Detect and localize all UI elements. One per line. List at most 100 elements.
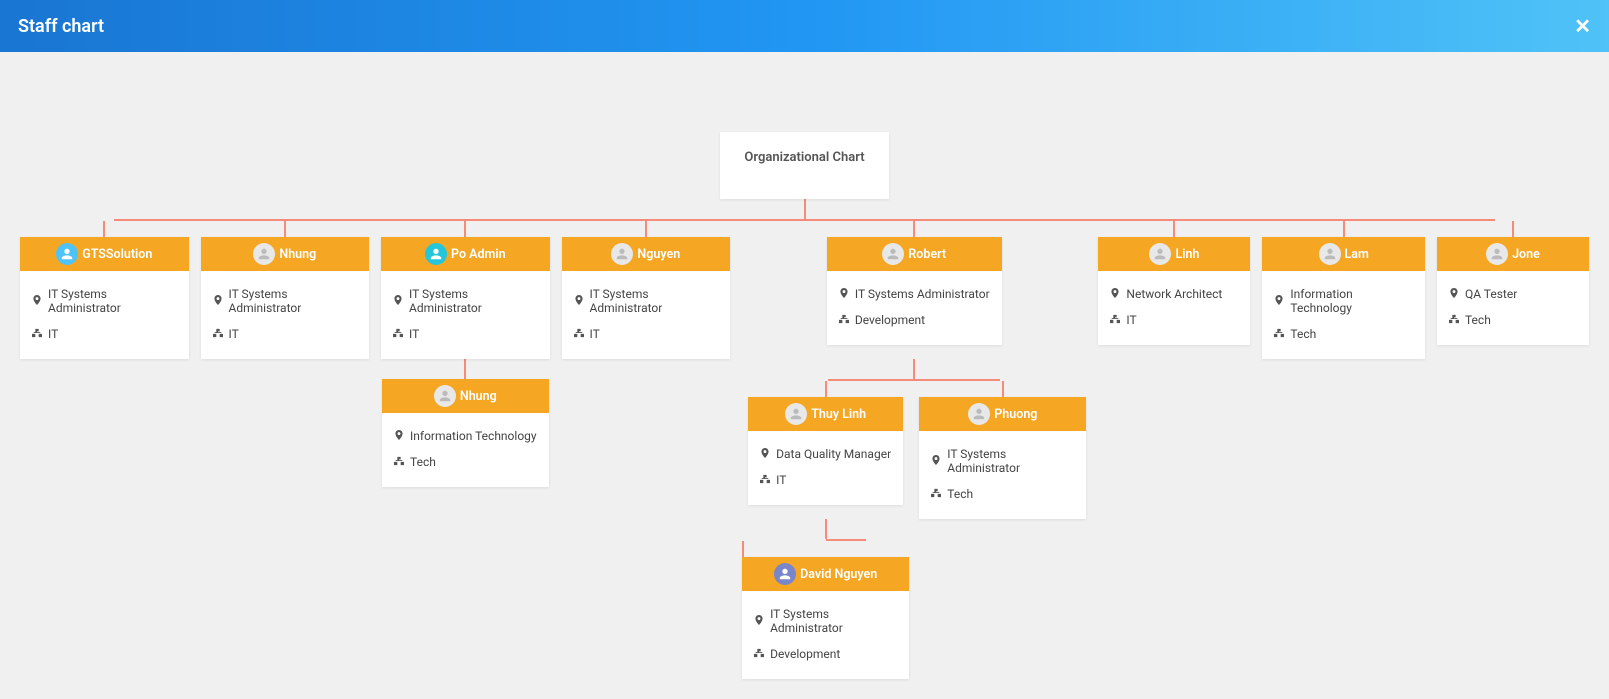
node-dept: IT (776, 473, 786, 487)
root-title: Organizational Chart (744, 150, 864, 165)
node-body: IT Systems Administrator IT (20, 271, 189, 359)
pin-icon (213, 294, 223, 308)
node-role: IT Systems Administrator (409, 287, 538, 315)
avatar-icon (253, 243, 275, 265)
pin-icon (1274, 294, 1284, 308)
node-header: Robert (827, 237, 1002, 271)
sitemap-icon (931, 487, 941, 501)
node-body: IT Systems Administrator IT (201, 271, 370, 359)
node-name: Nguyen (637, 247, 680, 262)
avatar-icon (425, 243, 447, 265)
node-role: IT Systems Administrator (229, 287, 358, 315)
node-role: IT Systems Administrator (947, 447, 1074, 475)
avatar-icon (968, 403, 990, 425)
node-dept: Tech (947, 487, 973, 501)
staff-node-nguyen[interactable]: Nguyen IT Systems Administrator IT (562, 237, 731, 359)
node-name: GTSSolution (82, 247, 152, 262)
staff-node-lam[interactable]: Lam Information Technology Tech (1262, 237, 1425, 359)
node-header: Nhung (382, 379, 549, 413)
avatar-icon (56, 243, 78, 265)
pin-icon (839, 287, 849, 301)
pin-icon (931, 454, 941, 468)
staff-node-jone[interactable]: Jone QA Tester Tech (1437, 237, 1589, 345)
sitemap-icon (574, 327, 584, 341)
sitemap-icon (760, 473, 770, 487)
node-header: Linh (1098, 237, 1250, 271)
sitemap-icon (394, 455, 404, 469)
sitemap-icon (1274, 327, 1284, 341)
node-name: Robert (908, 247, 946, 262)
staff-node-nhung-child[interactable]: Nhung Information Technology Tech (382, 379, 549, 487)
avatar-icon (434, 385, 456, 407)
node-name: Jone (1512, 247, 1540, 262)
avatar-icon (611, 243, 633, 265)
avatar-icon (1319, 243, 1341, 265)
sitemap-icon (213, 327, 223, 341)
node-role: QA Tester (1465, 287, 1517, 301)
avatar-icon (785, 403, 807, 425)
node-dept: IT (229, 327, 239, 341)
avatar-icon (1149, 243, 1171, 265)
node-role: IT Systems Administrator (770, 607, 897, 635)
staff-node-robert[interactable]: Robert IT Systems Administrator Developm… (827, 237, 1002, 345)
node-role: Information Technology (1290, 287, 1413, 315)
modal-header: Staff chart ✕ (0, 0, 1609, 52)
node-body: IT Systems Administrator Development (742, 591, 909, 679)
node-dept: Development (770, 647, 840, 661)
node-name: Linh (1175, 247, 1199, 262)
sitemap-icon (839, 313, 849, 327)
staff-node-nhung[interactable]: Nhung IT Systems Administrator IT (201, 237, 370, 359)
node-header: Phuong (919, 397, 1086, 431)
pin-icon (1449, 287, 1459, 301)
pin-icon (394, 429, 404, 443)
sitemap-icon (1449, 313, 1459, 327)
node-header: Nguyen (562, 237, 731, 271)
close-icon[interactable]: ✕ (1574, 14, 1591, 38)
org-root-node[interactable]: Organizational Chart (720, 132, 888, 199)
node-header: Po Admin (381, 237, 550, 271)
node-name: Lam (1345, 247, 1369, 262)
node-body: Data Quality Manager IT (748, 431, 903, 505)
node-role: Network Architect (1126, 287, 1222, 301)
node-name: Thuy Linh (811, 407, 866, 422)
node-name: Nhung (279, 247, 316, 262)
node-role: Information Technology (410, 429, 537, 443)
node-name: Po Admin (451, 247, 506, 262)
sitemap-icon (32, 327, 42, 341)
node-role: IT Systems Administrator (590, 287, 719, 315)
avatar-icon (774, 563, 796, 585)
node-body: IT Systems Administrator Development (827, 271, 1002, 345)
pin-icon (754, 614, 764, 628)
node-header: Jone (1437, 237, 1589, 271)
node-role: IT Systems Administrator (48, 287, 177, 315)
node-dept: IT (48, 327, 58, 341)
staff-node-thuy-linh[interactable]: Thuy Linh Data Quality Manager IT (748, 397, 903, 505)
node-name: David Nguyen (800, 567, 877, 582)
node-body: Information Technology Tech (382, 413, 549, 487)
node-header: David Nguyen (742, 557, 909, 591)
staff-node-linh[interactable]: Linh Network Architect IT (1098, 237, 1250, 345)
pin-icon (1110, 287, 1120, 301)
staff-node-david-nguyen[interactable]: David Nguyen IT Systems Administrator De… (742, 557, 909, 679)
node-dept: IT (409, 327, 419, 341)
node-body: Information Technology Tech (1262, 271, 1425, 359)
node-header: Thuy Linh (748, 397, 903, 431)
pin-icon (574, 294, 584, 308)
node-role: IT Systems Administrator (855, 287, 990, 301)
pin-icon (32, 294, 42, 308)
node-name: Phuong (994, 407, 1037, 422)
node-role: Data Quality Manager (776, 447, 891, 461)
sitemap-icon (754, 647, 764, 661)
node-header: GTSSolution (20, 237, 189, 271)
sitemap-icon (393, 327, 403, 341)
node-dept: IT (1126, 313, 1136, 327)
avatar-icon (882, 243, 904, 265)
node-body: QA Tester Tech (1437, 271, 1589, 345)
pin-icon (393, 294, 403, 308)
staff-node-po-admin[interactable]: Po Admin IT Systems Administrator IT (381, 237, 550, 359)
staff-node-phuong[interactable]: Phuong IT Systems Administrator Tech (919, 397, 1086, 519)
node-body: IT Systems Administrator IT (562, 271, 731, 359)
node-header: Lam (1262, 237, 1425, 271)
node-dept: Development (855, 313, 925, 327)
staff-node-gtssolution[interactable]: GTSSolution IT Systems Administrator IT (20, 237, 189, 359)
